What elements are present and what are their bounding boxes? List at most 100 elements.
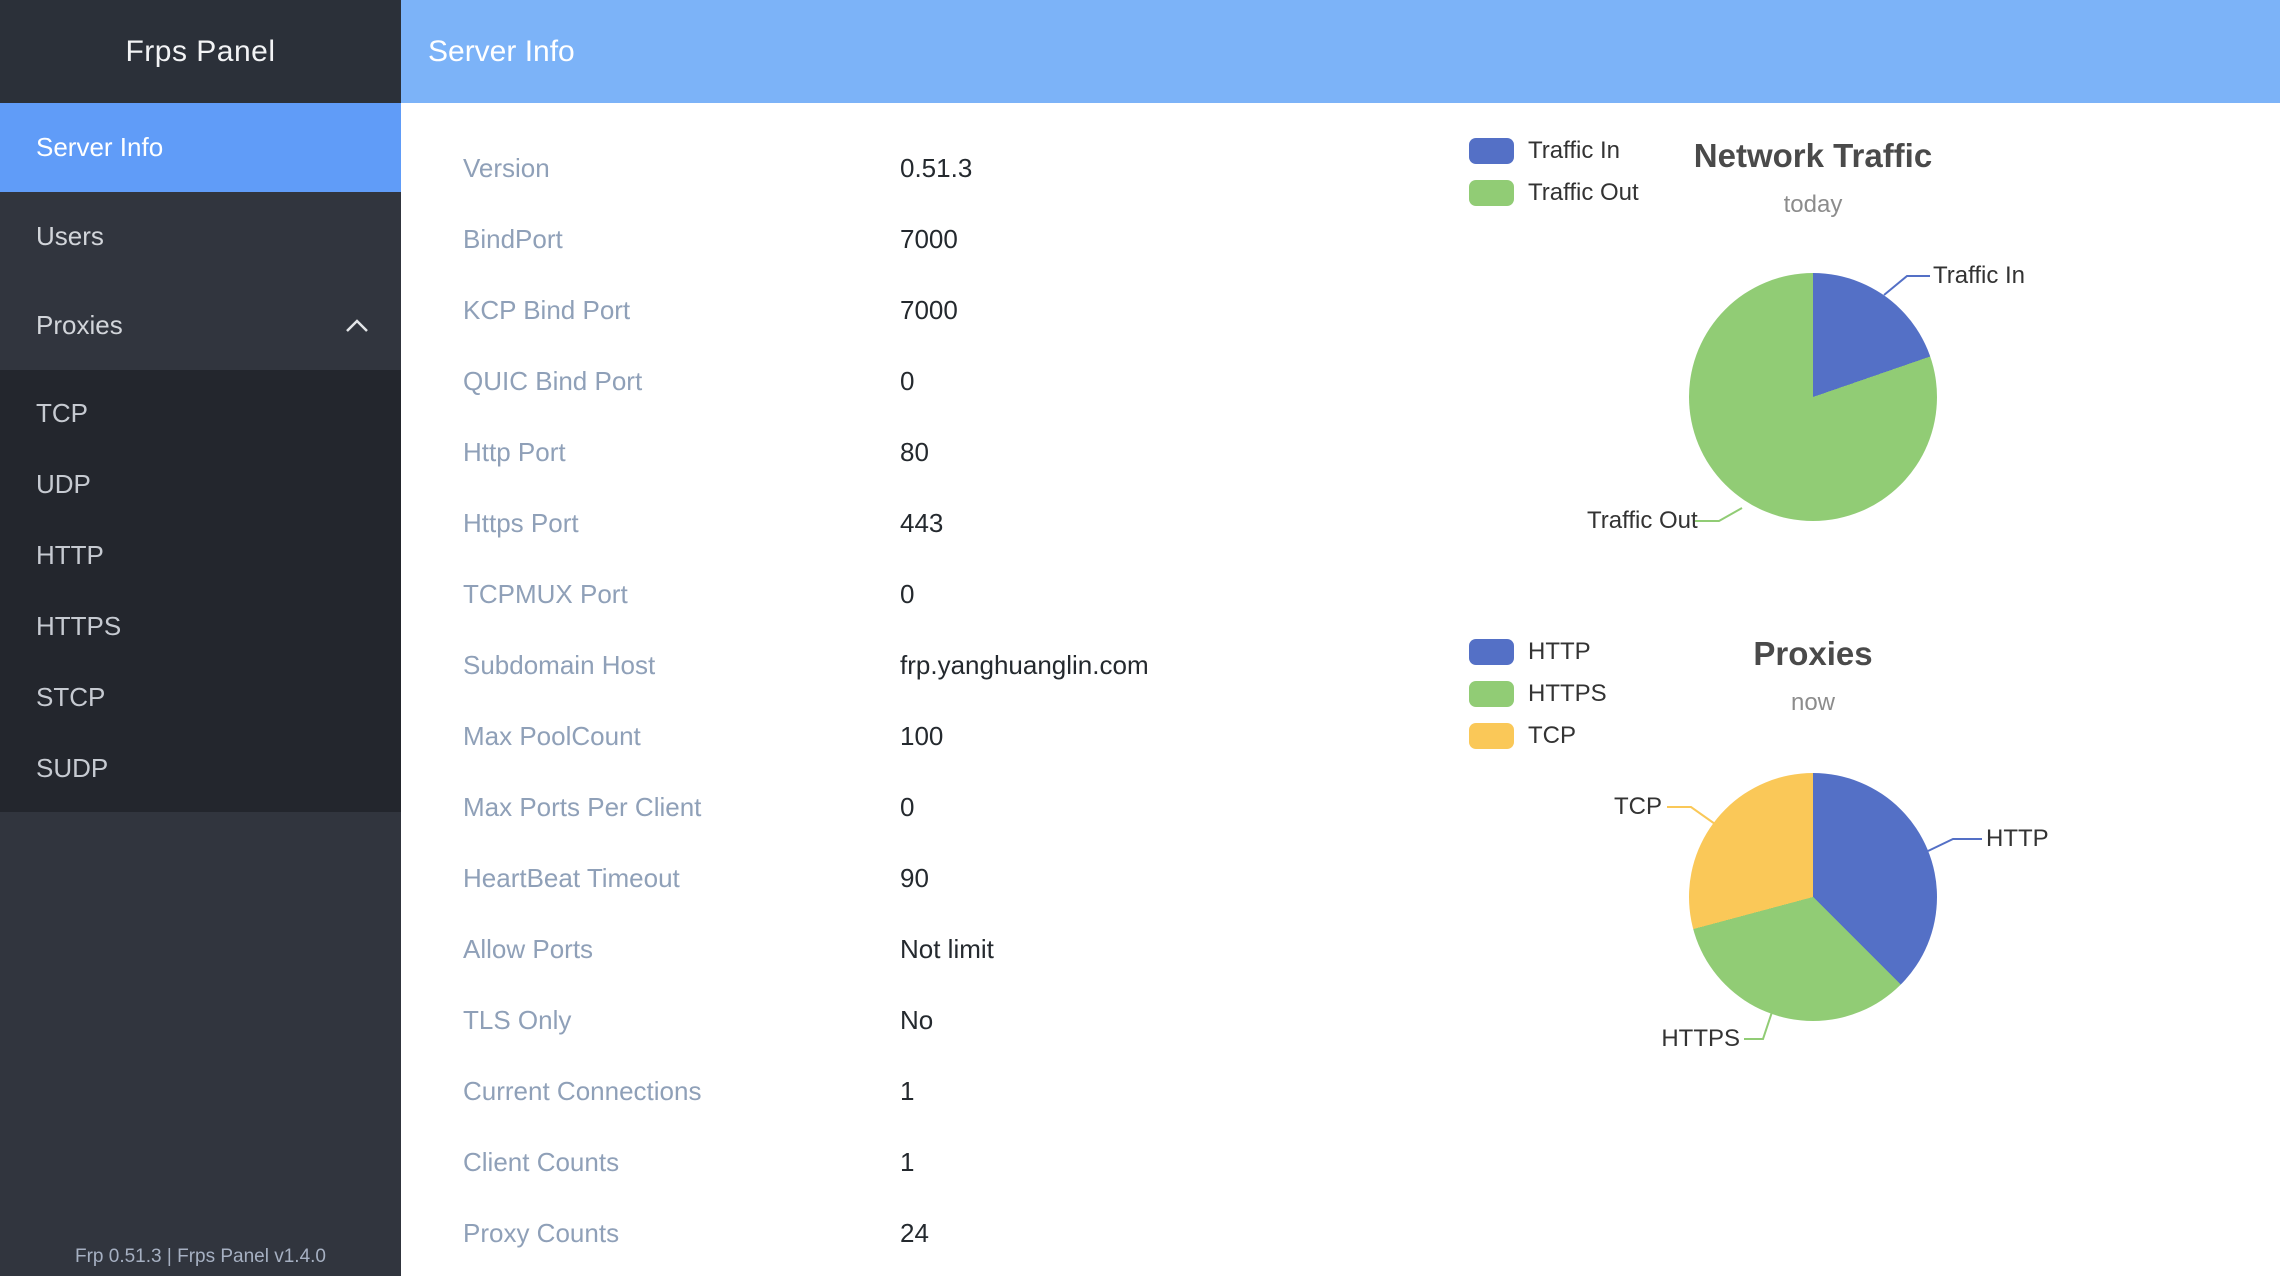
- legend-item-tcp[interactable]: TCP: [1469, 715, 1607, 757]
- legend-label: TCP: [1528, 722, 1576, 750]
- legend-label: HTTP: [1528, 638, 1591, 666]
- page-title: Server Info: [428, 35, 575, 69]
- table-row: Http Port 80: [463, 417, 1149, 488]
- topbar: Server Info: [401, 0, 2280, 103]
- server-info-table: Version 0.51.3 BindPort 7000 KCP Bind Po…: [463, 133, 1149, 1269]
- table-row: Max PoolCount 100: [463, 701, 1149, 772]
- proxies-pie-chart: [1689, 773, 1937, 1021]
- submenu-item-label: TCP: [36, 398, 88, 429]
- row-value: 0.51.3: [900, 153, 1149, 184]
- row-value: 1: [900, 1147, 1149, 1178]
- table-row: Subdomain Host frp.yanghuanglin.com: [463, 630, 1149, 701]
- table-row: HeartBeat Timeout 90: [463, 843, 1149, 914]
- traffic-in-swatch-icon: [1469, 138, 1514, 164]
- row-value: 100: [900, 721, 1149, 752]
- row-value: 7000: [900, 224, 1149, 255]
- submenu-item[interactable]: UDP: [0, 449, 401, 520]
- table-row: TLS Only No: [463, 985, 1149, 1056]
- app-title: Frps Panel: [125, 35, 275, 69]
- row-label: Http Port: [463, 437, 900, 468]
- row-value: 0: [900, 579, 1149, 610]
- table-row: Https Port 443: [463, 488, 1149, 559]
- http-swatch-icon: [1469, 639, 1514, 665]
- row-value: 24: [900, 1218, 1149, 1249]
- proxies-submenu: TCP UDP HTTP HTTPS STCP: [0, 370, 401, 812]
- row-label: KCP Bind Port: [463, 295, 900, 326]
- row-value: Not limit: [900, 934, 1149, 965]
- traffic-out-swatch-icon: [1469, 180, 1514, 206]
- pie-label-https: HTTPS: [1630, 1024, 1740, 1054]
- row-value: 80: [900, 437, 1149, 468]
- submenu-item[interactable]: SUDP: [0, 733, 401, 804]
- submenu-item-label: SUDP: [36, 753, 108, 784]
- table-row: Allow Ports Not limit: [463, 914, 1149, 985]
- row-value: 0: [900, 792, 1149, 823]
- row-label: Version: [463, 153, 900, 184]
- network-traffic-pie-chart: [1689, 273, 1937, 521]
- submenu-item-label: STCP: [36, 682, 105, 713]
- row-label: BindPort: [463, 224, 900, 255]
- legend-item-http[interactable]: HTTP: [1469, 631, 1607, 673]
- submenu-item-label: HTTPS: [36, 611, 121, 642]
- sidebar-item-proxies[interactable]: Proxies: [0, 281, 401, 370]
- pie-label-tcp: TCP: [1562, 792, 1662, 822]
- row-value: 7000: [900, 295, 1149, 326]
- table-row: TCPMUX Port 0: [463, 559, 1149, 630]
- legend-label: HTTPS: [1528, 680, 1607, 708]
- row-label: Https Port: [463, 508, 900, 539]
- table-row: KCP Bind Port 7000: [463, 275, 1149, 346]
- proxies-subtitle: now: [1613, 689, 2013, 717]
- sidebar-item-server-info[interactable]: Server Info: [0, 103, 401, 192]
- row-label: HeartBeat Timeout: [463, 863, 900, 894]
- row-label: QUIC Bind Port: [463, 366, 900, 397]
- proxies-legend: HTTP HTTPS TCP: [1469, 631, 1607, 757]
- sidebar-item-label: Server Info: [36, 132, 163, 163]
- version-footer: Frp 0.51.3 | Frps Panel v1.4.0: [0, 1246, 401, 1268]
- sidebar: Frps Panel Server Info Users Proxies TCP: [0, 0, 401, 1276]
- pie-label-traffic-in: Traffic In: [1933, 261, 2025, 291]
- row-value: 0: [900, 366, 1149, 397]
- sidebar-nav: Server Info Users Proxies TCP U: [0, 103, 401, 812]
- table-row: Max Ports Per Client 0: [463, 772, 1149, 843]
- row-label: TLS Only: [463, 1005, 900, 1036]
- https-swatch-icon: [1469, 681, 1514, 707]
- main-content: Version 0.51.3 BindPort 7000 KCP Bind Po…: [401, 103, 2280, 1276]
- table-row: Version 0.51.3: [463, 133, 1149, 204]
- row-label: Subdomain Host: [463, 650, 900, 681]
- row-label: Client Counts: [463, 1147, 900, 1178]
- submenu-item[interactable]: HTTP: [0, 520, 401, 591]
- row-value: 1: [900, 1076, 1149, 1107]
- proxies-title: Proxies: [1613, 635, 2013, 673]
- sidebar-item-label: Users: [36, 221, 104, 252]
- submenu-item-label: UDP: [36, 469, 91, 500]
- row-label: TCPMUX Port: [463, 579, 900, 610]
- submenu-item[interactable]: HTTPS: [0, 591, 401, 662]
- row-value: 443: [900, 508, 1149, 539]
- submenu-item[interactable]: TCP: [0, 378, 401, 449]
- pie-label-http: HTTP: [1986, 824, 2049, 854]
- table-row: Proxy Counts 24: [463, 1198, 1149, 1269]
- app-logo: Frps Panel: [0, 0, 401, 103]
- row-value: frp.yanghuanglin.com: [900, 650, 1149, 681]
- sidebar-item-users[interactable]: Users: [0, 192, 401, 281]
- frps-panel-app: Frps Panel Server Info Users Proxies TCP: [0, 0, 2280, 1276]
- submenu-item[interactable]: STCP: [0, 662, 401, 733]
- legend-item-https[interactable]: HTTPS: [1469, 673, 1607, 715]
- legend-label: Traffic In: [1528, 137, 1620, 165]
- row-value: 90: [900, 863, 1149, 894]
- row-label: Max Ports Per Client: [463, 792, 900, 823]
- table-row: QUIC Bind Port 0: [463, 346, 1149, 417]
- pie-label-traffic-out: Traffic Out: [1587, 506, 1691, 536]
- submenu-item-label: HTTP: [36, 540, 104, 571]
- chevron-up-icon: [345, 319, 369, 333]
- row-label: Allow Ports: [463, 934, 900, 965]
- network-traffic-subtitle: today: [1613, 191, 2013, 219]
- tcp-swatch-icon: [1469, 723, 1514, 749]
- table-row: Current Connections 1: [463, 1056, 1149, 1127]
- sidebar-item-label: Proxies: [36, 310, 123, 341]
- row-label: Proxy Counts: [463, 1218, 900, 1249]
- table-row: Client Counts 1: [463, 1127, 1149, 1198]
- row-label: Current Connections: [463, 1076, 900, 1107]
- table-row: BindPort 7000: [463, 204, 1149, 275]
- row-value: No: [900, 1005, 1149, 1036]
